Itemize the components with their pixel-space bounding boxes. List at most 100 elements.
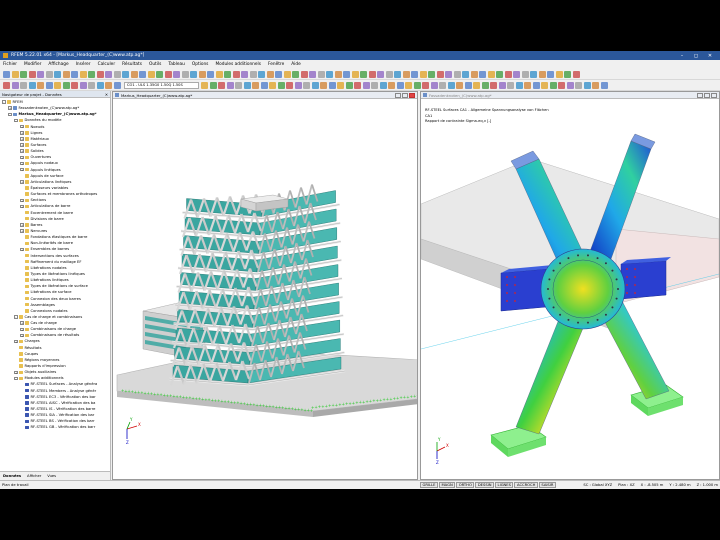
menu-item-10[interactable]: Fenêtre xyxy=(268,62,284,67)
status-toggle-saisir[interactable]: SAISIR xyxy=(538,482,556,488)
toolbar-tool-icon[interactable] xyxy=(11,70,19,78)
pane-close-button[interactable] xyxy=(409,92,415,98)
expand-icon[interactable]: + xyxy=(20,198,24,203)
toolbar-tool-icon[interactable] xyxy=(464,81,472,89)
toolbar-tool-icon[interactable] xyxy=(453,70,461,78)
menu-item-3[interactable]: Insérer xyxy=(76,62,91,67)
toolbar-tool-icon[interactable] xyxy=(96,81,104,89)
toolbar-tool-icon[interactable] xyxy=(173,70,180,78)
toolbar-tool-icon[interactable] xyxy=(243,81,251,89)
expand-icon[interactable]: + xyxy=(20,149,24,153)
toolbar-tool-icon[interactable] xyxy=(207,70,214,78)
status-toggle-dessin[interactable]: DESSIN xyxy=(475,482,495,488)
toolbar-tool-icon[interactable] xyxy=(241,70,248,78)
expand-icon[interactable]: + xyxy=(20,204,24,209)
toolbar-tool-icon[interactable] xyxy=(277,81,285,89)
toolbar-tool-icon[interactable] xyxy=(481,81,489,89)
toolbar-tool-icon[interactable] xyxy=(269,81,276,89)
expand-icon[interactable]: + xyxy=(20,131,24,135)
toolbar-tool-icon[interactable] xyxy=(181,70,189,78)
menu-item-2[interactable]: Affichage xyxy=(48,62,68,67)
toolbar-tool-icon[interactable] xyxy=(490,81,497,89)
pane-minimize-button[interactable] xyxy=(697,92,703,98)
toolbar-tool-icon[interactable] xyxy=(28,81,36,89)
toolbar-tool-icon[interactable] xyxy=(139,70,146,78)
toolbar-tool-icon[interactable] xyxy=(105,81,112,89)
menu-item-4[interactable]: Calculer xyxy=(98,62,116,67)
toolbar-tool-icon[interactable] xyxy=(572,70,580,78)
toolbar-tool-icon[interactable] xyxy=(498,81,506,89)
toolbar-tool-icon[interactable] xyxy=(201,81,208,89)
toolbar-tool-icon[interactable] xyxy=(371,81,378,89)
toolbar-tool-icon[interactable] xyxy=(479,70,486,78)
toolbar-tool-icon[interactable] xyxy=(422,81,429,89)
toolbar-tool-icon[interactable] xyxy=(447,81,455,89)
toolbar-tool-icon[interactable] xyxy=(3,70,10,78)
toolbar-tool-icon[interactable] xyxy=(575,81,582,89)
toolbar-tool-icon[interactable] xyxy=(360,70,367,78)
toolbar-tool-icon[interactable] xyxy=(320,81,327,89)
toolbar-tool-icon[interactable] xyxy=(71,70,78,78)
pane-maximize-button[interactable] xyxy=(704,92,710,98)
toolbar-tool-icon[interactable] xyxy=(496,70,503,78)
minimize-button[interactable]: – xyxy=(675,53,689,59)
toolbar-tool-icon[interactable] xyxy=(394,70,401,78)
result-viewport-node[interactable]: X Y Z RF-STEEL Surfaces CA1 - Allgemeine… xyxy=(420,99,720,479)
toolbar-tool-icon[interactable] xyxy=(385,70,393,78)
toolbar-tool-icon[interactable] xyxy=(258,70,265,78)
collapse-icon[interactable]: - xyxy=(14,118,18,123)
expand-icon[interactable]: + xyxy=(14,370,18,374)
menu-item-8[interactable]: Options xyxy=(192,62,209,67)
toolbar-tool-icon[interactable] xyxy=(351,70,359,78)
tab-views[interactable]: Vues xyxy=(47,474,56,478)
toolbar-tool-icon[interactable] xyxy=(20,70,27,78)
toolbar-tool-icon[interactable] xyxy=(541,81,548,89)
expand-icon[interactable]: + xyxy=(20,229,24,233)
toolbar-tool-icon[interactable] xyxy=(113,81,121,89)
toolbar-tool-icon[interactable] xyxy=(292,70,299,78)
expand-icon[interactable]: + xyxy=(14,339,18,344)
toolbar-tool-icon[interactable] xyxy=(504,70,512,78)
toolbar-tool-icon[interactable] xyxy=(303,81,310,89)
collapse-icon[interactable]: - xyxy=(2,100,6,104)
toolbar-tool-icon[interactable] xyxy=(413,81,421,89)
navigator-close-icon[interactable]: ✕ xyxy=(105,92,108,97)
toolbar-tool-icon[interactable] xyxy=(71,81,78,89)
expand-icon[interactable]: + xyxy=(20,321,24,325)
toolbar-tool-icon[interactable] xyxy=(317,70,325,78)
close-button[interactable]: ✕ xyxy=(703,53,717,59)
menu-item-11[interactable]: Aide xyxy=(291,62,301,67)
menu-item-7[interactable]: Tableau xyxy=(168,62,184,67)
toolbar-tool-icon[interactable] xyxy=(88,81,95,89)
toolbar-tool-icon[interactable] xyxy=(309,70,316,78)
toolbar-tool-icon[interactable] xyxy=(130,70,138,78)
toolbar-tool-icon[interactable] xyxy=(294,81,302,89)
toolbar-tool-icon[interactable] xyxy=(439,81,446,89)
toolbar-tool-icon[interactable] xyxy=(566,81,574,89)
toolbar-tool-icon[interactable] xyxy=(300,70,308,78)
toolbar-tool-icon[interactable] xyxy=(190,70,197,78)
toolbar-tool-icon[interactable] xyxy=(515,81,523,89)
collapse-icon[interactable]: - xyxy=(14,376,18,381)
toolbar-tool-icon[interactable] xyxy=(286,81,293,89)
toolbar-tool-icon[interactable] xyxy=(337,81,344,89)
toolbar-tool-icon[interactable] xyxy=(549,81,557,89)
toolbar-tool-icon[interactable] xyxy=(45,81,53,89)
toolbar-tool-icon[interactable] xyxy=(592,81,599,89)
tab-data[interactable]: Données xyxy=(3,474,21,478)
toolbar-tool-icon[interactable] xyxy=(473,81,480,89)
loadcase-combo[interactable]: CO1 - ULS 1.35G0 1.50Q 1.50S xyxy=(124,81,199,89)
toolbar-tool-icon[interactable] xyxy=(513,70,520,78)
toolbar-tool-icon[interactable] xyxy=(445,70,452,78)
toolbar-tool-icon[interactable] xyxy=(411,70,418,78)
toolbar-tool-icon[interactable] xyxy=(396,81,404,89)
toolbar-tool-icon[interactable] xyxy=(362,81,370,89)
toolbar-tool-icon[interactable] xyxy=(252,81,259,89)
status-toggle-ortho[interactable]: ORTHO xyxy=(456,482,475,488)
toolbar-tool-icon[interactable] xyxy=(368,70,376,78)
toolbar-tool-icon[interactable] xyxy=(430,81,438,89)
toolbar-tool-icon[interactable] xyxy=(555,70,563,78)
toolbar-tool-icon[interactable] xyxy=(37,81,44,89)
toolbar-tool-icon[interactable] xyxy=(164,70,172,78)
toolbar-tool-icon[interactable] xyxy=(54,70,61,78)
